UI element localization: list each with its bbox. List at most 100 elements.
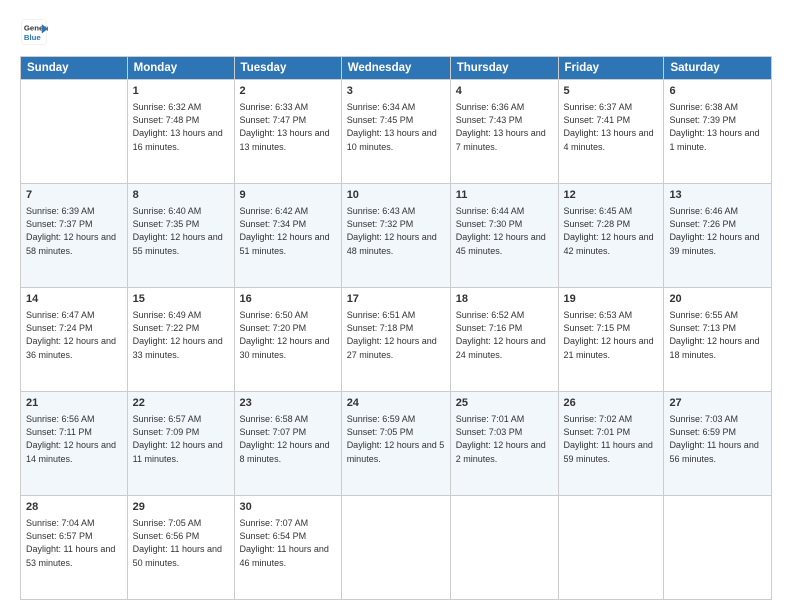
cell-info: Sunrise: 7:07 AMSunset: 6:54 PMDaylight:… xyxy=(240,517,336,569)
calendar-week-row: 7Sunrise: 6:39 AMSunset: 7:37 PMDaylight… xyxy=(21,184,772,288)
day-number: 29 xyxy=(133,500,229,515)
weekday-header: Monday xyxy=(127,57,234,80)
calendar-cell: 14 Sunrise: 6:47 AMSunset: 7:24 PMDayligh… xyxy=(21,288,128,392)
calendar-cell xyxy=(558,496,664,600)
calendar-cell: 15 Sunrise: 6:49 AMSunset: 7:22 PMDayligh… xyxy=(127,288,234,392)
calendar-cell: 17 Sunrise: 6:51 AMSunset: 7:18 PMDayligh… xyxy=(341,288,450,392)
cell-info: Sunrise: 6:36 AMSunset: 7:43 PMDaylight:… xyxy=(456,101,553,153)
calendar-cell xyxy=(664,496,772,600)
cell-info: Sunrise: 7:04 AMSunset: 6:57 PMDaylight:… xyxy=(26,517,122,569)
cell-info: Sunrise: 6:56 AMSunset: 7:11 PMDaylight:… xyxy=(26,413,122,465)
day-number: 19 xyxy=(564,292,659,307)
calendar-cell: 27 Sunrise: 7:03 AMSunset: 6:59 PMDayligh… xyxy=(664,392,772,496)
cell-info: Sunrise: 6:46 AMSunset: 7:26 PMDaylight:… xyxy=(669,205,766,257)
day-number: 24 xyxy=(347,396,445,411)
cell-info: Sunrise: 6:42 AMSunset: 7:34 PMDaylight:… xyxy=(240,205,336,257)
header: General Blue xyxy=(20,18,772,46)
day-number: 27 xyxy=(669,396,766,411)
calendar-week-row: 28Sunrise: 7:04 AMSunset: 6:57 PMDayligh… xyxy=(21,496,772,600)
cell-info: Sunrise: 6:45 AMSunset: 7:28 PMDaylight:… xyxy=(564,205,659,257)
logo-icon: General Blue xyxy=(20,18,48,46)
cell-info: Sunrise: 7:03 AMSunset: 6:59 PMDaylight:… xyxy=(669,413,766,465)
day-number: 23 xyxy=(240,396,336,411)
day-number: 4 xyxy=(456,84,553,99)
calendar-cell: 6 Sunrise: 6:38 AMSunset: 7:39 PMDaylight… xyxy=(664,80,772,184)
cell-info: Sunrise: 6:51 AMSunset: 7:18 PMDaylight:… xyxy=(347,309,445,361)
day-number: 14 xyxy=(26,292,122,307)
weekday-header: Wednesday xyxy=(341,57,450,80)
calendar-cell: 9 Sunrise: 6:42 AMSunset: 7:34 PMDaylight… xyxy=(234,184,341,288)
day-number: 6 xyxy=(669,84,766,99)
calendar-cell xyxy=(450,496,558,600)
calendar-week-row: 1 Sunrise: 6:32 AMSunset: 7:48 PMDaylight… xyxy=(21,80,772,184)
day-number: 8 xyxy=(133,188,229,203)
calendar-cell: 8 Sunrise: 6:40 AMSunset: 7:35 PMDaylight… xyxy=(127,184,234,288)
calendar-cell: 19 Sunrise: 6:53 AMSunset: 7:15 PMDayligh… xyxy=(558,288,664,392)
day-number: 13 xyxy=(669,188,766,203)
calendar-cell: 28Sunrise: 7:04 AMSunset: 6:57 PMDayligh… xyxy=(21,496,128,600)
cell-info: Sunrise: 6:37 AMSunset: 7:41 PMDaylight:… xyxy=(564,101,659,153)
cell-info: Sunrise: 6:32 AMSunset: 7:48 PMDaylight:… xyxy=(133,101,229,153)
calendar-cell: 11 Sunrise: 6:44 AMSunset: 7:30 PMDayligh… xyxy=(450,184,558,288)
calendar-cell xyxy=(341,496,450,600)
day-number: 30 xyxy=(240,500,336,515)
calendar-cell: 21 Sunrise: 6:56 AMSunset: 7:11 PMDayligh… xyxy=(21,392,128,496)
day-number: 10 xyxy=(347,188,445,203)
cell-info: Sunrise: 6:33 AMSunset: 7:47 PMDaylight:… xyxy=(240,101,336,153)
day-number: 22 xyxy=(133,396,229,411)
day-number: 15 xyxy=(133,292,229,307)
svg-text:Blue: Blue xyxy=(24,33,42,42)
calendar-week-row: 21 Sunrise: 6:56 AMSunset: 7:11 PMDayligh… xyxy=(21,392,772,496)
calendar-cell: 30 Sunrise: 7:07 AMSunset: 6:54 PMDayligh… xyxy=(234,496,341,600)
day-number: 25 xyxy=(456,396,553,411)
day-number: 17 xyxy=(347,292,445,307)
cell-info: Sunrise: 6:59 AMSunset: 7:05 PMDaylight:… xyxy=(347,413,445,465)
calendar-cell: 5 Sunrise: 6:37 AMSunset: 7:41 PMDaylight… xyxy=(558,80,664,184)
calendar-cell: 18 Sunrise: 6:52 AMSunset: 7:16 PMDayligh… xyxy=(450,288,558,392)
calendar-cell: 23 Sunrise: 6:58 AMSunset: 7:07 PMDayligh… xyxy=(234,392,341,496)
calendar-cell: 29Sunrise: 7:05 AMSunset: 6:56 PMDayligh… xyxy=(127,496,234,600)
day-number: 21 xyxy=(26,396,122,411)
day-number: 12 xyxy=(564,188,659,203)
calendar-cell: 10 Sunrise: 6:43 AMSunset: 7:32 PMDayligh… xyxy=(341,184,450,288)
day-number: 11 xyxy=(456,188,553,203)
cell-info: Sunrise: 6:52 AMSunset: 7:16 PMDaylight:… xyxy=(456,309,553,361)
cell-info: Sunrise: 6:40 AMSunset: 7:35 PMDaylight:… xyxy=(133,205,229,257)
day-number: 5 xyxy=(564,84,659,99)
cell-info: Sunrise: 6:44 AMSunset: 7:30 PMDaylight:… xyxy=(456,205,553,257)
day-number: 9 xyxy=(240,188,336,203)
calendar-header-row: SundayMondayTuesdayWednesdayThursdayFrid… xyxy=(21,57,772,80)
calendar-cell: 22 Sunrise: 6:57 AMSunset: 7:09 PMDayligh… xyxy=(127,392,234,496)
day-number: 2 xyxy=(240,84,336,99)
day-number: 1 xyxy=(133,84,229,99)
calendar-cell: 12 Sunrise: 6:45 AMSunset: 7:28 PMDayligh… xyxy=(558,184,664,288)
day-number: 20 xyxy=(669,292,766,307)
calendar-cell: 7Sunrise: 6:39 AMSunset: 7:37 PMDaylight… xyxy=(21,184,128,288)
day-number: 18 xyxy=(456,292,553,307)
cell-info: Sunrise: 6:49 AMSunset: 7:22 PMDaylight:… xyxy=(133,309,229,361)
calendar-cell: 26 Sunrise: 7:02 AMSunset: 7:01 PMDayligh… xyxy=(558,392,664,496)
cell-info: Sunrise: 6:39 AMSunset: 7:37 PMDaylight:… xyxy=(26,205,122,257)
cell-info: Sunrise: 6:50 AMSunset: 7:20 PMDaylight:… xyxy=(240,309,336,361)
cell-info: Sunrise: 6:58 AMSunset: 7:07 PMDaylight:… xyxy=(240,413,336,465)
calendar-cell: 20 Sunrise: 6:55 AMSunset: 7:13 PMDayligh… xyxy=(664,288,772,392)
calendar-cell: 2 Sunrise: 6:33 AMSunset: 7:47 PMDaylight… xyxy=(234,80,341,184)
cell-info: Sunrise: 7:02 AMSunset: 7:01 PMDaylight:… xyxy=(564,413,659,465)
cell-info: Sunrise: 6:38 AMSunset: 7:39 PMDaylight:… xyxy=(669,101,766,153)
calendar-cell: 3Sunrise: 6:34 AMSunset: 7:45 PMDaylight… xyxy=(341,80,450,184)
calendar-cell: 24 Sunrise: 6:59 AMSunset: 7:05 PMDayligh… xyxy=(341,392,450,496)
weekday-header: Friday xyxy=(558,57,664,80)
weekday-header: Sunday xyxy=(21,57,128,80)
calendar-cell: 16Sunrise: 6:50 AMSunset: 7:20 PMDayligh… xyxy=(234,288,341,392)
day-number: 26 xyxy=(564,396,659,411)
calendar-cell xyxy=(21,80,128,184)
cell-info: Sunrise: 6:53 AMSunset: 7:15 PMDaylight:… xyxy=(564,309,659,361)
cell-info: Sunrise: 6:47 AMSunset: 7:24 PMDaylight:… xyxy=(26,309,122,361)
day-number: 3 xyxy=(347,84,445,99)
calendar-cell: 25Sunrise: 7:01 AMSunset: 7:03 PMDayligh… xyxy=(450,392,558,496)
cell-info: Sunrise: 6:57 AMSunset: 7:09 PMDaylight:… xyxy=(133,413,229,465)
cell-info: Sunrise: 6:43 AMSunset: 7:32 PMDaylight:… xyxy=(347,205,445,257)
calendar-week-row: 14 Sunrise: 6:47 AMSunset: 7:24 PMDayligh… xyxy=(21,288,772,392)
weekday-header: Tuesday xyxy=(234,57,341,80)
cell-info: Sunrise: 6:55 AMSunset: 7:13 PMDaylight:… xyxy=(669,309,766,361)
